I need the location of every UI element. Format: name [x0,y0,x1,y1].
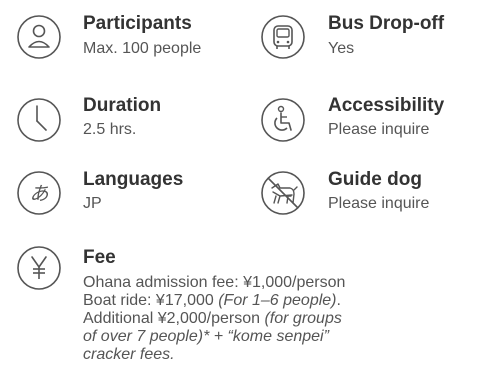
bus-drop-off-value: Yes [328,40,355,57]
yen-icon [16,245,62,291]
bus-drop-off-title: Bus Drop-off [328,13,445,34]
language-icon: あ [16,170,62,216]
languages-title: Languages [83,169,184,190]
person-icon [16,14,62,60]
accessibility-value: Please inquire [328,121,430,138]
fee-line-admission: Ohana admission fee: ¥1,000/person [83,274,346,291]
fee-details: Ohana admission fee: ¥1,000/person Boat … [83,274,473,364]
clock-icon [16,97,62,143]
duration-title: Duration [83,95,162,116]
participants-title: Participants [83,13,192,34]
svg-text:あ: あ [29,183,48,205]
guide-dog-value: Please inquire [328,195,430,212]
participants-value: Max. 100 people [83,40,202,57]
fee-line-additional: Additional ¥2,000/person (for groups [83,310,342,327]
fee-title: Fee [83,247,116,268]
fee-line-boat: Boat ride: ¥17,000 (For 1–6 people). [83,292,341,309]
fee-line-cracker: cracker fees. [83,346,175,363]
fee-line-groups: of over 7 people)* + “kome senpei” [83,328,329,345]
duration-value: 2.5 hrs. [83,121,137,138]
wheelchair-icon [260,97,306,143]
guide-dog-title: Guide dog [328,169,422,190]
languages-value: JP [83,195,102,212]
bus-icon [260,14,306,60]
accessibility-title: Accessibility [328,95,445,116]
guide-dog-icon [260,170,306,216]
